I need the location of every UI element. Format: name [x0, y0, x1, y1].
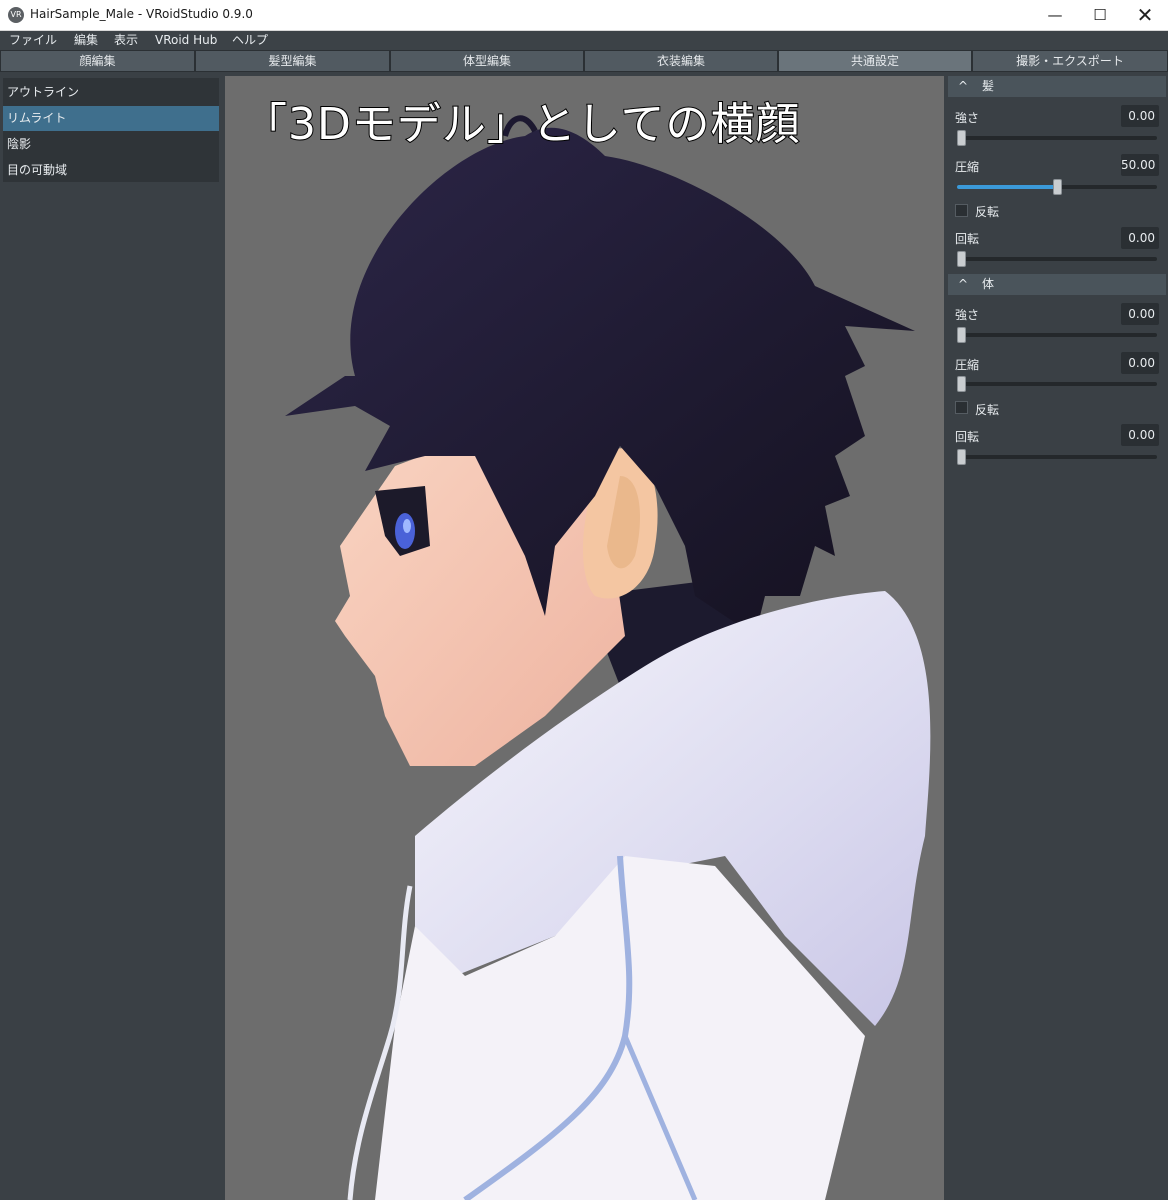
- menu-bar: ファイル 編集 表示 VRoid Hub ヘルプ: [0, 31, 1168, 50]
- body-compress-value[interactable]: 0.00: [1121, 352, 1159, 374]
- hair-invert-label: 反転: [975, 205, 1000, 219]
- section-header-body[interactable]: ^ 体: [948, 274, 1166, 295]
- tab-common-settings[interactable]: 共通設定: [779, 51, 971, 71]
- hair-compress-label: 圧縮: [955, 160, 980, 174]
- viewport-caption: 「3Dモデル」としての横顔: [242, 98, 801, 151]
- list-item-eye-range[interactable]: 目の可動域: [3, 158, 219, 183]
- 3d-viewport[interactable]: 「3Dモデル」としての横顔: [225, 76, 944, 1200]
- body-strength-label: 強さ: [955, 308, 980, 322]
- hair-rotate-label: 回転: [955, 232, 980, 246]
- hair-invert-checkbox[interactable]: [955, 204, 968, 217]
- mode-tab-bar: 顔編集 髪型編集 体型編集 衣装編集 共通設定 撮影・エクスポート: [0, 50, 1168, 72]
- slider-fill: [957, 185, 1057, 189]
- body-compress-label: 圧縮: [955, 358, 980, 372]
- hair-strength-slider[interactable]: [957, 130, 1157, 146]
- menu-view[interactable]: 表示: [114, 32, 138, 49]
- menu-help[interactable]: ヘルプ: [232, 32, 268, 49]
- slider-thumb[interactable]: [957, 449, 966, 465]
- body-invert-checkbox[interactable]: [955, 401, 968, 414]
- app-icon: VR: [8, 7, 24, 23]
- tab-photo-export[interactable]: 撮影・エクスポート: [973, 51, 1167, 71]
- hair-compress-value[interactable]: 50.00: [1121, 154, 1159, 176]
- section-header-hair[interactable]: ^ 髪: [948, 76, 1166, 97]
- menu-edit[interactable]: 編集: [74, 32, 98, 49]
- hair-strength-label: 強さ: [955, 111, 980, 125]
- hair-compress-slider[interactable]: [957, 179, 1157, 195]
- slider-thumb[interactable]: [957, 130, 966, 146]
- maximize-button[interactable]: ☐: [1077, 0, 1123, 31]
- body-rotate-label: 回転: [955, 430, 980, 444]
- character-render: [285, 115, 931, 1200]
- body-strength-value[interactable]: 0.00: [1121, 303, 1159, 325]
- slider-thumb[interactable]: [957, 251, 966, 267]
- menu-vroid-hub[interactable]: VRoid Hub: [155, 32, 217, 49]
- title-bar: VR HairSample_Male - VRoidStudio 0.9.0 —…: [0, 0, 1168, 31]
- chevron-up-icon: ^: [958, 79, 969, 93]
- section-title: 体: [982, 277, 995, 291]
- window-title: HairSample_Male - VRoidStudio 0.9.0: [30, 7, 253, 21]
- tab-hair-edit[interactable]: 髪型編集: [196, 51, 389, 71]
- slider-thumb[interactable]: [957, 327, 966, 343]
- hair-strength-value[interactable]: 0.00: [1121, 105, 1159, 127]
- tab-outfit-edit[interactable]: 衣装編集: [585, 51, 777, 71]
- list-item-shading[interactable]: 陰影: [3, 132, 219, 157]
- tab-face-edit[interactable]: 顔編集: [1, 51, 194, 71]
- slider-thumb[interactable]: [957, 376, 966, 392]
- left-settings-panel: アウトライン リムライト 陰影 目の可動域: [0, 72, 222, 1200]
- body-rotate-value[interactable]: 0.00: [1121, 424, 1159, 446]
- hair-rotate-value[interactable]: 0.00: [1121, 227, 1159, 249]
- hair-rotate-slider[interactable]: [957, 251, 1157, 267]
- list-item-outline[interactable]: アウトライン: [3, 80, 219, 105]
- slider-thumb[interactable]: [1053, 179, 1062, 195]
- settings-category-list: アウトライン リムライト 陰影 目の可動域: [3, 78, 219, 182]
- menu-file[interactable]: ファイル: [9, 32, 57, 49]
- body-compress-slider[interactable]: [957, 376, 1157, 392]
- close-button[interactable]: ✕: [1122, 0, 1168, 31]
- minimize-button[interactable]: —: [1032, 0, 1078, 31]
- tab-body-edit[interactable]: 体型編集: [391, 51, 583, 71]
- list-item-rimlight[interactable]: リムライト: [3, 106, 219, 131]
- body-invert-label: 反転: [975, 403, 1000, 417]
- body-rotate-slider[interactable]: [957, 449, 1157, 465]
- body-strength-slider[interactable]: [957, 327, 1157, 343]
- section-title: 髪: [982, 79, 995, 93]
- chevron-up-icon: ^: [958, 277, 969, 291]
